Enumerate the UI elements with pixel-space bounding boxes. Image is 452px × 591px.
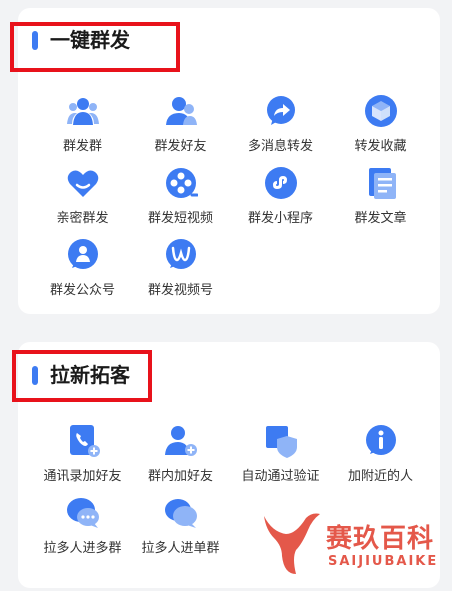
document-icon bbox=[364, 166, 398, 200]
item-label: 拉多人进多群 bbox=[43, 541, 122, 556]
title-accent-bar bbox=[32, 31, 38, 50]
item-invite-single-group[interactable]: 拉多人进单群 bbox=[128, 496, 233, 568]
item-label: 拉多人进单群 bbox=[141, 541, 220, 556]
title-accent-bar bbox=[32, 366, 38, 385]
cube-icon bbox=[364, 94, 398, 128]
item-add-nearby[interactable]: 加附近的人 bbox=[328, 424, 433, 496]
official-account-icon bbox=[66, 238, 100, 272]
watermark-text-cn: 赛玖百科 bbox=[326, 524, 435, 554]
item-label: 群发群 bbox=[62, 139, 102, 154]
item-broadcast-mini-program[interactable]: 群发小程序 bbox=[228, 166, 333, 238]
chat-bubbles-icon bbox=[66, 496, 100, 530]
shield-check-icon bbox=[264, 424, 298, 458]
item-broadcast-group[interactable]: 群发群 bbox=[30, 94, 135, 166]
section-title: 一键群发 bbox=[50, 28, 130, 52]
item-label: 群发公众号 bbox=[49, 283, 115, 298]
section-card-broadcast: 一键群发 群发群 群发好友 多消息转发 转发收藏 亲密群发 群发短视频 群发小程… bbox=[10, 8, 440, 314]
item-broadcast-official-account[interactable]: 群发公众号 bbox=[30, 238, 135, 310]
item-label: 通讯录加好友 bbox=[43, 469, 122, 484]
add-person-icon bbox=[164, 424, 198, 458]
contacts-phone-icon bbox=[66, 424, 100, 458]
item-intimate-broadcast[interactable]: 亲密群发 bbox=[30, 166, 135, 238]
nearby-info-icon bbox=[364, 424, 398, 458]
item-label: 转发收藏 bbox=[354, 139, 407, 154]
group-people-icon bbox=[66, 94, 100, 128]
item-invite-multi-groups[interactable]: 拉多人进多群 bbox=[30, 496, 135, 568]
item-label: 群发视频号 bbox=[147, 283, 213, 298]
item-label: 群发文章 bbox=[354, 211, 407, 226]
item-label: 群发小程序 bbox=[247, 211, 313, 226]
mini-program-icon bbox=[264, 166, 298, 200]
item-label: 多消息转发 bbox=[247, 139, 313, 154]
item-broadcast-channels[interactable]: 群发视频号 bbox=[128, 238, 233, 310]
item-label: 群发好友 bbox=[154, 139, 207, 154]
forward-icon bbox=[264, 94, 298, 128]
item-label: 加附近的人 bbox=[347, 469, 413, 484]
item-label: 亲密群发 bbox=[56, 211, 109, 226]
item-add-from-group[interactable]: 群内加好友 bbox=[128, 424, 233, 496]
heart-icon bbox=[66, 166, 100, 200]
watermark-text-en: SAIJIUBAIKE bbox=[328, 554, 439, 569]
item-label: 群内加好友 bbox=[147, 469, 213, 484]
item-multi-forward[interactable]: 多消息转发 bbox=[228, 94, 333, 166]
friends-icon bbox=[164, 94, 198, 128]
item-auto-verify[interactable]: 自动通过验证 bbox=[228, 424, 333, 496]
item-label: 群发短视频 bbox=[147, 211, 213, 226]
item-broadcast-friends[interactable]: 群发好友 bbox=[128, 94, 233, 166]
item-add-from-contacts[interactable]: 通讯录加好友 bbox=[30, 424, 135, 496]
film-reel-icon bbox=[164, 166, 198, 200]
section-title: 拉新拓客 bbox=[50, 363, 130, 387]
item-forward-favorites[interactable]: 转发收藏 bbox=[328, 94, 433, 166]
channels-icon bbox=[164, 238, 198, 272]
item-label: 自动通过验证 bbox=[241, 469, 320, 484]
item-broadcast-article[interactable]: 群发文章 bbox=[328, 166, 433, 238]
whale-tail-icon bbox=[264, 513, 320, 574]
chat-bubble-icon bbox=[164, 496, 198, 530]
item-broadcast-short-video[interactable]: 群发短视频 bbox=[128, 166, 233, 238]
watermark-logo: 赛玖百科 SAIJIUBAIKE bbox=[262, 512, 444, 580]
